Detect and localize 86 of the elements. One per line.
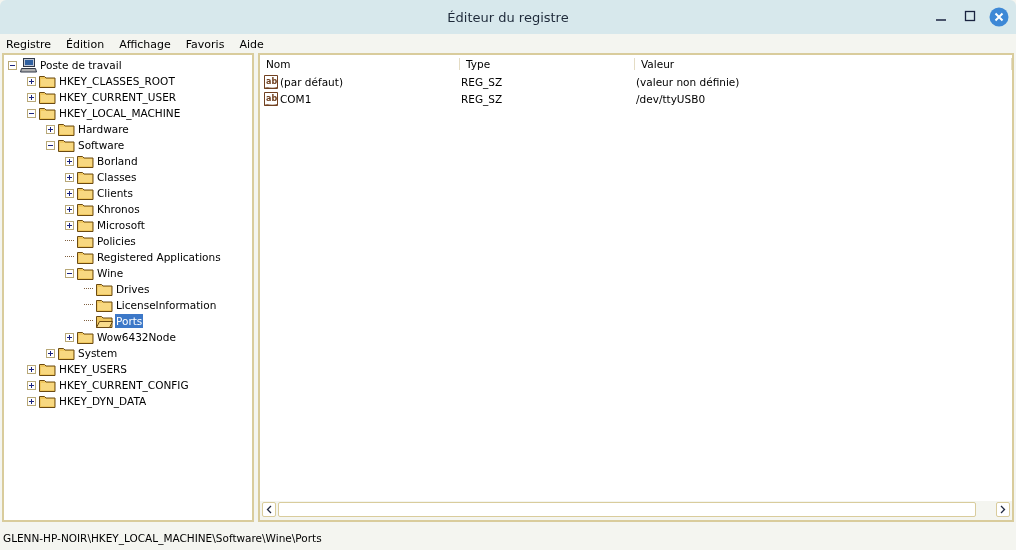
folder-icon bbox=[77, 234, 94, 248]
tree-item[interactable]: Poste de travail bbox=[39, 58, 123, 72]
tree-item[interactable]: HKEY_CURRENT_CONFIG bbox=[58, 378, 190, 392]
column-header[interactable]: Nom bbox=[260, 58, 460, 70]
tree-item[interactable]: System bbox=[77, 346, 119, 360]
string-value-icon: ab bbox=[263, 90, 279, 107]
folder-icon bbox=[39, 90, 56, 104]
folder-icon bbox=[39, 362, 56, 376]
tree-item[interactable]: Software bbox=[77, 138, 126, 152]
expand-toggle[interactable] bbox=[46, 348, 55, 358]
folder-icon bbox=[58, 122, 75, 136]
menu-item[interactable]: Favoris bbox=[185, 38, 240, 51]
column-header[interactable]: Type bbox=[460, 58, 635, 70]
chevron-left-icon bbox=[266, 505, 272, 514]
window-title: Éditeur du registre bbox=[447, 9, 569, 25]
expand-toggle[interactable] bbox=[65, 220, 74, 230]
value-name: COM1 bbox=[280, 92, 312, 105]
tree-item[interactable]: Wine bbox=[96, 266, 125, 280]
folder-icon bbox=[77, 266, 94, 280]
tree-item[interactable]: HKEY_DYN_DATA bbox=[58, 394, 148, 408]
expand-toggle[interactable] bbox=[27, 364, 36, 374]
collapse-toggle[interactable] bbox=[46, 140, 55, 150]
column-header[interactable]: Valeur bbox=[635, 58, 1012, 70]
folder-icon bbox=[58, 138, 75, 152]
menu-item[interactable]: Registre bbox=[6, 38, 67, 51]
tree-item[interactable]: Hardware bbox=[77, 122, 130, 136]
scroll-right-button[interactable] bbox=[996, 502, 1010, 517]
value-type: REG_SZ bbox=[460, 92, 504, 105]
collapse-toggle[interactable] bbox=[65, 268, 74, 278]
value-type: REG_SZ bbox=[460, 75, 504, 88]
tree-item[interactable]: HKEY_CURRENT_USER bbox=[58, 90, 178, 104]
tree-item[interactable]: HKEY_CLASSES_ROOT bbox=[58, 74, 176, 88]
open-folder-icon bbox=[96, 314, 113, 328]
folder-icon bbox=[58, 346, 75, 360]
folder-icon bbox=[77, 250, 94, 264]
folder-icon bbox=[39, 394, 56, 408]
folder-icon bbox=[39, 378, 56, 392]
tree-item[interactable]: LicenseInformation bbox=[115, 298, 218, 312]
menu-item[interactable]: Aide bbox=[239, 38, 279, 51]
folder-icon bbox=[96, 298, 113, 312]
folder-icon bbox=[77, 218, 94, 232]
computer-icon bbox=[20, 57, 37, 73]
menu-item[interactable]: Édition bbox=[66, 38, 120, 51]
tree-item[interactable]: Clients bbox=[96, 186, 134, 200]
tree-item[interactable]: Khronos bbox=[96, 202, 141, 216]
tree-item[interactable]: Microsoft bbox=[96, 218, 146, 232]
chevron-right-icon bbox=[1000, 505, 1006, 514]
folder-icon bbox=[77, 170, 94, 184]
expand-toggle[interactable] bbox=[27, 396, 36, 406]
folder-icon bbox=[77, 154, 94, 168]
expand-toggle[interactable] bbox=[65, 156, 74, 166]
string-value-icon: ab bbox=[263, 73, 279, 90]
scroll-left-button[interactable] bbox=[262, 502, 276, 517]
tree-item[interactable]: Classes bbox=[96, 170, 138, 184]
tree-item[interactable]: Policies bbox=[96, 234, 137, 248]
menu-item[interactable]: Affichage bbox=[119, 38, 186, 51]
expand-toggle[interactable] bbox=[27, 76, 36, 86]
tree-item[interactable]: Registered Applications bbox=[96, 250, 222, 264]
folder-icon bbox=[39, 74, 56, 88]
folder-icon bbox=[77, 202, 94, 216]
expand-toggle[interactable] bbox=[27, 380, 36, 390]
maximize-icon[interactable] bbox=[964, 10, 976, 22]
folder-icon bbox=[77, 186, 94, 200]
collapse-toggle[interactable] bbox=[27, 108, 36, 118]
folder-icon bbox=[96, 282, 113, 296]
scrollbar-thumb[interactable] bbox=[278, 502, 976, 517]
status-path: GLENN-HP-NOIR\HKEY_LOCAL_MACHINE\Software\Wine\Ports bbox=[3, 532, 322, 544]
expand-toggle[interactable] bbox=[65, 172, 74, 182]
tree-item[interactable]: Borland bbox=[96, 154, 139, 168]
tree-item[interactable]: HKEY_LOCAL_MACHINE bbox=[58, 106, 182, 120]
expand-toggle[interactable] bbox=[65, 332, 74, 342]
tree-item[interactable]: Drives bbox=[115, 282, 151, 296]
expand-toggle[interactable] bbox=[65, 188, 74, 198]
tree-item[interactable]: Wow6432Node bbox=[96, 330, 177, 344]
expand-toggle[interactable] bbox=[46, 124, 55, 134]
folder-icon bbox=[39, 106, 56, 120]
close-icon[interactable] bbox=[989, 7, 1009, 27]
value-data: /dev/ttyUSB0 bbox=[635, 92, 707, 105]
value-data: (valeur non définie) bbox=[635, 75, 741, 88]
collapse-toggle[interactable] bbox=[8, 60, 17, 70]
expand-toggle[interactable] bbox=[27, 92, 36, 102]
expand-toggle[interactable] bbox=[65, 204, 74, 214]
folder-icon bbox=[77, 330, 94, 344]
tree-item[interactable]: HKEY_USERS bbox=[58, 362, 129, 376]
tree-item[interactable]: Ports bbox=[115, 314, 144, 328]
value-name: (par défaut) bbox=[280, 75, 343, 88]
